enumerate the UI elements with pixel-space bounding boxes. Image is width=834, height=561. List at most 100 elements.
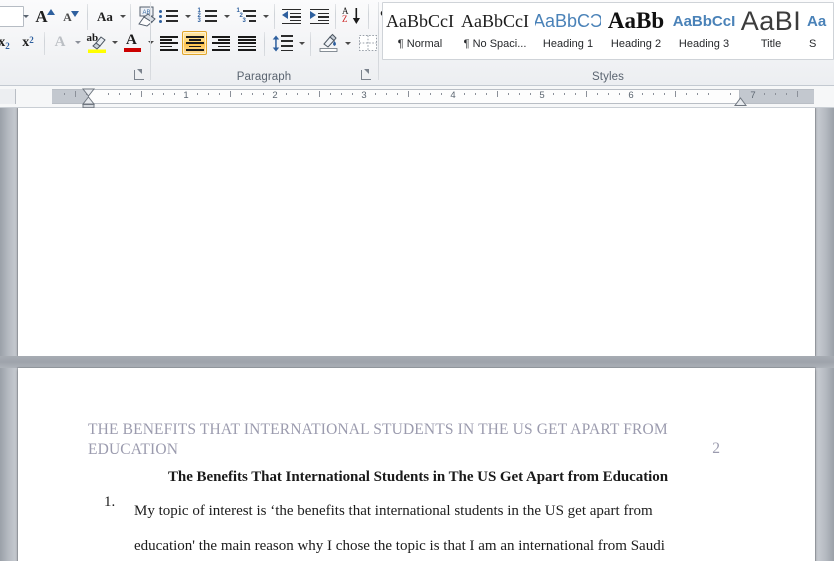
text-effects-label: A bbox=[54, 34, 66, 50]
text-effects-caret[interactable] bbox=[71, 34, 82, 50]
style-heading-2-label: Heading 2 bbox=[610, 38, 662, 50]
bullets-caret[interactable] bbox=[181, 8, 193, 24]
document-page-2[interactable]: THE BENEFITS THAT INTERNATIONAL STUDENTS… bbox=[18, 368, 815, 561]
styles-group-label: Styles bbox=[592, 71, 624, 83]
right-indent-marker[interactable] bbox=[733, 97, 748, 108]
ruler-number-2: 2 bbox=[272, 90, 278, 101]
body-paragraph-line-2[interactable]: education' the main reason why I chose t… bbox=[134, 529, 744, 561]
change-case-label: Aa bbox=[97, 9, 113, 24]
shading-icon bbox=[319, 33, 337, 52]
group-separator-2 bbox=[378, 2, 379, 80]
multilevel-list-icon: 1 2 3 bbox=[237, 8, 257, 24]
document-page-1[interactable] bbox=[18, 108, 815, 356]
style-no-spacing-label: ¶ No Spaci... bbox=[463, 38, 527, 50]
list-item-number[interactable]: 1. bbox=[104, 494, 115, 511]
style-no-spacing[interactable]: AaBbCcI ¶ No Spaci... bbox=[456, 3, 534, 59]
font-color-button[interactable]: A bbox=[120, 30, 145, 55]
ruler-number-1: 1 bbox=[183, 90, 189, 101]
increase-indent-icon bbox=[309, 8, 329, 25]
font-color-swatch bbox=[124, 47, 141, 52]
style-heading-2-preview: AaBb bbox=[607, 8, 665, 33]
highlighter-icon bbox=[87, 35, 106, 53]
style-normal[interactable]: AaBbCcI ¶ Normal bbox=[384, 3, 456, 59]
ribbon-group-styles: AaBbCcI ¶ Normal AaBbCcI ¶ No Spaci... A… bbox=[382, 0, 834, 85]
style-normal-label: ¶ Normal bbox=[397, 38, 443, 50]
grow-font-button[interactable]: A bbox=[32, 5, 58, 28]
horizontal-ruler[interactable]: 1 2 3 4 5 6 7 bbox=[0, 86, 834, 108]
page-break-gap bbox=[0, 356, 834, 368]
document-canvas[interactable]: THE BENEFITS THAT INTERNATIONAL STUDENTS… bbox=[0, 108, 834, 561]
document-page-number[interactable]: 2 bbox=[698, 440, 720, 458]
ribbon-group-paragraph: 1 2 3 1 2 3 A Z Paragraph bbox=[152, 0, 389, 85]
font-dialog-launcher[interactable] bbox=[133, 69, 145, 81]
ruler-number-5: 5 bbox=[539, 90, 545, 101]
word-application-window: A A Aa AB x 2 x 2 A ab A 1 2 3 1 2 3 A Z… bbox=[0, 0, 834, 561]
align-right-button[interactable] bbox=[208, 31, 233, 55]
line-spacing-caret[interactable] bbox=[295, 35, 307, 51]
numbering-icon: 1 2 3 bbox=[198, 8, 218, 24]
sort-arrow-icon bbox=[352, 8, 360, 24]
change-case-caret[interactable] bbox=[116, 8, 127, 24]
superscript-button[interactable]: x 2 bbox=[16, 31, 40, 54]
style-subtitle-preview: Aa bbox=[807, 12, 827, 30]
shading-caret[interactable] bbox=[341, 35, 353, 51]
bullets-icon bbox=[158, 8, 179, 24]
up-arrow-icon bbox=[46, 9, 55, 15]
style-heading-1[interactable]: AaBbCƆ Heading 1 bbox=[534, 3, 602, 59]
justify-button[interactable] bbox=[234, 31, 259, 55]
borders-button[interactable] bbox=[355, 31, 380, 55]
style-heading-3-preview: AaBbCcI bbox=[672, 12, 736, 30]
shrink-font-button[interactable]: A bbox=[58, 5, 84, 28]
numbering-caret[interactable] bbox=[220, 8, 232, 24]
superscript-index: 2 bbox=[29, 35, 34, 45]
increase-indent-button[interactable] bbox=[306, 4, 332, 28]
style-title[interactable]: AaBІ Title bbox=[738, 3, 804, 59]
sort-z-label: Z bbox=[342, 14, 348, 24]
subscript-index: 2 bbox=[5, 41, 10, 51]
style-no-spacing-preview: AaBbCcI bbox=[461, 10, 529, 31]
style-heading-1-label: Heading 1 bbox=[542, 38, 594, 50]
left-indent-marker[interactable] bbox=[81, 87, 96, 108]
ribbon: A A Aa AB x 2 x 2 A ab A 1 2 3 1 2 3 A Z… bbox=[0, 0, 834, 86]
group-separator-1 bbox=[150, 2, 151, 80]
style-normal-preview: AaBbCcI bbox=[386, 10, 454, 31]
style-heading-3-label: Heading 3 bbox=[678, 38, 730, 50]
borders-icon bbox=[358, 35, 377, 51]
font-group-label: ont bbox=[0, 71, 78, 83]
highlight-color-button[interactable]: ab bbox=[84, 30, 109, 55]
style-heading-2[interactable]: AaBb Heading 2 bbox=[602, 3, 670, 59]
superscript-label: x bbox=[22, 34, 30, 50]
bullets-button[interactable] bbox=[156, 4, 181, 28]
decrease-indent-icon bbox=[281, 8, 301, 25]
numbering-button[interactable]: 1 2 3 bbox=[195, 4, 220, 28]
align-center-button[interactable] bbox=[182, 31, 207, 55]
style-subtitle[interactable]: Aa S bbox=[804, 3, 834, 59]
decrease-indent-button[interactable] bbox=[278, 4, 304, 28]
ruler-number-3: 3 bbox=[361, 90, 367, 101]
shading-button[interactable] bbox=[315, 31, 341, 55]
multilevel-list-caret[interactable] bbox=[259, 8, 271, 24]
subscript-button[interactable]: x 2 bbox=[0, 31, 16, 54]
body-paragraph-line-1[interactable]: My topic of interest is ‘the benefits th… bbox=[134, 494, 734, 529]
ruler-number-7: 7 bbox=[750, 90, 756, 101]
style-heading-3[interactable]: AaBbCcI Heading 3 bbox=[670, 3, 738, 59]
align-center-icon bbox=[185, 36, 204, 51]
align-left-button[interactable] bbox=[156, 31, 181, 55]
ribbon-group-font: A A Aa AB x 2 x 2 A ab A bbox=[0, 0, 156, 85]
ruler-number-6: 6 bbox=[628, 90, 634, 101]
document-title[interactable]: The Benefits That International Students… bbox=[88, 469, 748, 486]
document-header-text[interactable]: THE BENEFITS THAT INTERNATIONAL STUDENTS… bbox=[88, 420, 708, 459]
font-color-label: A bbox=[126, 31, 137, 48]
style-title-preview: AaBІ bbox=[740, 5, 802, 36]
line-spacing-button[interactable] bbox=[269, 31, 295, 55]
text-effects-button[interactable]: A bbox=[48, 31, 72, 54]
tab-stop-selector[interactable] bbox=[0, 89, 16, 104]
paragraph-group-label: Paragraph bbox=[236, 71, 292, 83]
sort-button[interactable]: A Z bbox=[339, 4, 365, 28]
align-right-icon bbox=[211, 36, 230, 51]
font-size-dropdown-caret[interactable] bbox=[18, 9, 32, 24]
change-case-button[interactable]: Aa bbox=[92, 5, 118, 28]
multilevel-list-button[interactable]: 1 2 3 bbox=[234, 4, 259, 28]
highlight-color-caret[interactable] bbox=[108, 34, 119, 50]
paragraph-dialog-launcher[interactable] bbox=[360, 69, 372, 81]
